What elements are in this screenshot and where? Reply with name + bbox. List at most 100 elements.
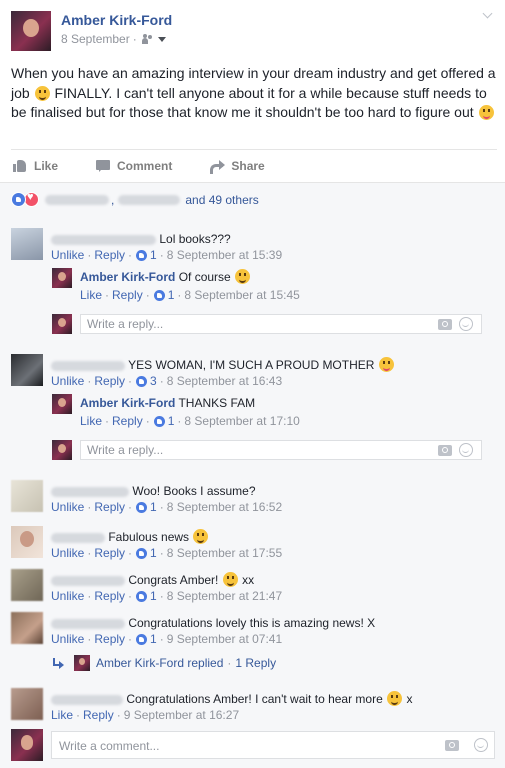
reply-body: Amber Kirk-Ford THANKS FAM [80, 395, 255, 411]
comment-text: Lol books??? [159, 232, 231, 246]
replied-text: Amber Kirk-Ford replied [96, 656, 224, 670]
current-user-avatar [11, 729, 43, 761]
author-avatar[interactable] [11, 11, 51, 51]
blurred-name [45, 194, 109, 205]
emoji-picker-icon[interactable] [459, 443, 473, 457]
unlike-link[interactable]: Unlike [51, 374, 84, 388]
commenter-avatar[interactable] [11, 354, 43, 386]
reply-time[interactable]: 8 September at 15:45 [184, 288, 299, 302]
reply-link[interactable]: Reply [94, 546, 125, 560]
caret-down-icon[interactable] [157, 36, 166, 42]
unlike-link[interactable]: Unlike [51, 248, 84, 262]
reply-box-avatar [52, 314, 72, 334]
reply-link[interactable]: Reply [94, 632, 125, 646]
camera-icon[interactable] [438, 319, 452, 330]
comment-time[interactable]: 9 September at 16:27 [124, 708, 239, 722]
comment-body: Lol books??? [51, 231, 231, 247]
reply-time[interactable]: 8 September at 17:10 [184, 414, 299, 428]
love-reaction-icon [24, 191, 39, 207]
post-header: Amber Kirk-Ford 8 September · [0, 0, 505, 60]
comment-text: Fabulous news [108, 530, 190, 544]
reply-link[interactable]: Reply [94, 248, 125, 262]
comment-meta: Unlike · Reply · 1 · 8 September at 17:55 [51, 546, 283, 560]
like-count[interactable]: 1 [168, 414, 175, 428]
post-action-bar: Like Comment Share [11, 149, 497, 181]
reply-avatar[interactable] [52, 394, 72, 414]
share-label: Share [231, 158, 265, 173]
unlike-link[interactable]: Unlike [51, 546, 84, 560]
comment-time[interactable]: 8 September at 16:43 [167, 374, 282, 388]
reply-link[interactable]: Reply [112, 288, 143, 302]
reactions-summary[interactable]: , and 49 others [11, 191, 259, 207]
comment-text: Congratulations lovely this is amazing n… [128, 616, 376, 630]
commenter-avatar[interactable] [11, 612, 43, 644]
friends-audience-icon[interactable] [141, 34, 154, 44]
comment-body: Fabulous news [51, 529, 209, 545]
like-link[interactable]: Like [80, 414, 102, 428]
camera-icon[interactable] [445, 740, 459, 751]
comment-time[interactable]: 8 September at 15:39 [167, 248, 282, 262]
comment-time[interactable]: 8 September at 16:52 [167, 500, 282, 514]
unlike-link[interactable]: Unlike [51, 632, 84, 646]
reply-input[interactable]: Write a reply... [80, 440, 482, 460]
comment-text: Congratulations Amber! I can't wait to h… [126, 692, 383, 706]
reply-link[interactable]: Reply [94, 589, 125, 603]
like-count-icon [136, 590, 148, 602]
commenter-avatar[interactable] [11, 526, 43, 558]
tongue-wink-emoji [478, 105, 494, 120]
comment-body: Congratulations Amber! I can't wait to h… [51, 691, 412, 707]
comment-time[interactable]: 9 September at 07:41 [167, 632, 282, 646]
commenter-avatar[interactable] [11, 569, 43, 601]
comment-time[interactable]: 8 September at 17:55 [167, 546, 282, 560]
replied-sep: · [227, 656, 232, 670]
like-count[interactable]: 1 [150, 632, 157, 646]
reply-avatar[interactable] [52, 268, 72, 288]
like-count[interactable]: 3 [150, 374, 157, 388]
like-button[interactable]: Like [13, 159, 58, 173]
view-replies-link[interactable]: Amber Kirk-Ford replied · 1 Reply [52, 655, 276, 671]
comment-text-tail: x [406, 692, 413, 706]
reply-link[interactable]: Reply [94, 500, 125, 514]
reply-author[interactable]: Amber Kirk-Ford [80, 396, 175, 410]
reactions-separator: , [111, 192, 115, 207]
commenter-avatar[interactable] [11, 688, 43, 720]
reply-link[interactable]: Reply [112, 414, 143, 428]
reply-text: THANKS FAM [178, 396, 256, 410]
like-count[interactable]: 1 [150, 546, 157, 560]
like-count[interactable]: 1 [150, 248, 157, 262]
comment-input[interactable]: Write a comment... [51, 731, 495, 759]
post-date[interactable]: 8 September [61, 32, 130, 46]
comment-time[interactable]: 8 September at 21:47 [167, 589, 282, 603]
comment-button[interactable]: Comment [96, 159, 172, 173]
reply-link[interactable]: Reply [83, 708, 114, 722]
like-count[interactable]: 1 [150, 500, 157, 514]
reply-link[interactable]: Reply [94, 374, 125, 388]
emoji-picker-icon[interactable] [474, 738, 488, 752]
replies-count: 1 Reply [235, 656, 277, 670]
like-link[interactable]: Like [51, 708, 73, 722]
unlike-link[interactable]: Unlike [51, 500, 84, 514]
like-link[interactable]: Like [80, 288, 102, 302]
like-count[interactable]: 1 [150, 589, 157, 603]
like-count[interactable]: 1 [168, 288, 175, 302]
reactions-others[interactable]: and 49 others [185, 193, 258, 207]
reply-input[interactable]: Write a reply... [80, 314, 482, 334]
commenter-avatar[interactable] [11, 228, 43, 260]
reply-box-avatar [52, 440, 72, 460]
reply-author[interactable]: Amber Kirk-Ford [80, 270, 175, 284]
comment-meta: Unlike · Reply · 1 · 8 September at 21:47 [51, 589, 283, 603]
thumbs-up-icon [13, 159, 27, 172]
emoji-picker-icon[interactable] [459, 317, 473, 331]
camera-icon[interactable] [438, 445, 452, 456]
smile-emoji [193, 529, 209, 544]
replied-avatar [74, 655, 90, 671]
chevron-down-icon[interactable] [483, 10, 493, 20]
share-arrow-icon [210, 159, 226, 174]
reply-text: Of course [178, 270, 231, 284]
blurred-name [51, 234, 156, 245]
author-name[interactable]: Amber Kirk-Ford [61, 12, 172, 28]
comment-body: Congrats Amber! xx [51, 572, 254, 588]
commenter-avatar[interactable] [11, 480, 43, 512]
share-button[interactable]: Share [210, 158, 265, 174]
unlike-link[interactable]: Unlike [51, 589, 84, 603]
